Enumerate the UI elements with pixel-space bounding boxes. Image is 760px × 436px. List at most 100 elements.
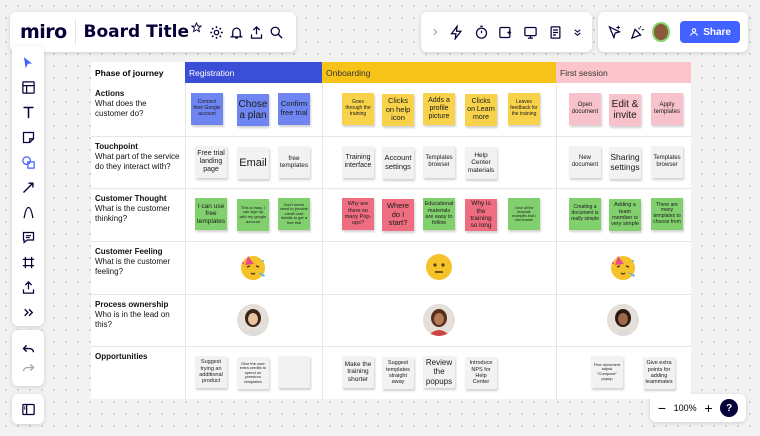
row-label: Actions What does the customer do?	[91, 86, 185, 122]
chevrons-down-icon[interactable]	[572, 27, 583, 38]
sticky-note-opportunities[interactable]: Fine document adjust "Compose" popup	[591, 356, 623, 388]
timer-icon[interactable]	[474, 25, 489, 40]
settings-icon[interactable]	[208, 20, 226, 44]
owner-avatar-1[interactable]	[237, 304, 269, 336]
sticky-note-opportunities[interactable]	[278, 356, 310, 388]
row-title: Actions	[95, 89, 125, 98]
notes-icon[interactable]	[548, 25, 563, 40]
undo-icon[interactable]	[21, 341, 36, 356]
help-button[interactable]: ?	[720, 399, 739, 417]
select-cursor-icon[interactable]	[14, 50, 42, 75]
miro-logo[interactable]: miro	[20, 21, 67, 43]
sticky-note-actions[interactable]: Apply templates	[651, 93, 683, 125]
sticky-note-thought[interactable]: Why are there so many Pop-ups?	[342, 198, 374, 230]
zoom-in-button[interactable]: +	[704, 400, 712, 416]
row-subtitle: What does the customer do?	[95, 99, 147, 118]
sidebar-toggle-icon[interactable]	[12, 394, 44, 424]
sticky-note-touchpoint[interactable]: Account settings	[382, 147, 414, 179]
sticky-note-actions[interactable]: Connect their Google account	[191, 93, 223, 125]
sticky-note-opportunities[interactable]: Review the popups	[423, 356, 455, 388]
cursor-arrow-icon[interactable]	[606, 25, 623, 40]
sticky-note-actions[interactable]: Clicks on Learn more	[465, 94, 497, 126]
sticky-note-thought[interactable]: This is easy, I can sign up with my goog…	[237, 199, 269, 231]
sticky-note-actions[interactable]: Leaves feedback for the training	[508, 93, 540, 125]
sticky-note-opportunities[interactable]: Make the training shorter	[342, 356, 374, 388]
sticky-note-thought[interactable]: I love all the template examples that I …	[508, 198, 540, 230]
sticky-note-actions[interactable]: Edit & invite	[609, 94, 641, 126]
templates-icon[interactable]	[14, 75, 42, 100]
neutral-face-icon[interactable]	[425, 253, 453, 281]
sticky-note-touchpoint[interactable]: free templates	[278, 146, 310, 178]
sticky-note-actions[interactable]: Adds a profile picture	[423, 93, 455, 125]
sticky-note-thought[interactable]: Why is the training so long	[465, 199, 497, 231]
sticky-note-thought[interactable]: Adding a team member is very simple	[609, 199, 641, 231]
star-icon[interactable]	[190, 15, 202, 39]
party-face-icon[interactable]	[609, 253, 637, 281]
owner-avatar-3[interactable]	[607, 304, 639, 336]
sticky-note-thought[interactable]: There are many templates to choose from	[651, 198, 683, 230]
sticky-note-thought[interactable]: I can use free templates	[195, 198, 227, 230]
chevron-right-icon[interactable]	[430, 27, 440, 37]
lightning-icon[interactable]	[449, 24, 464, 40]
row-divider	[91, 294, 691, 295]
comment-board-icon[interactable]	[498, 25, 513, 40]
sticky-note-thought[interactable]: Where do I start?	[382, 199, 414, 231]
history-controls	[12, 330, 44, 386]
sticky-note-touchpoint[interactable]: New document	[569, 146, 601, 178]
sticky-note-opportunities[interactable]: Suggest templates straight away	[382, 357, 414, 389]
row-label: Process ownership Who is in the lead on t…	[91, 297, 185, 333]
sticky-note-opportunities[interactable]: Introduce NPS for Help Center	[465, 357, 497, 389]
sticky-note-touchpoint[interactable]: Templates browser	[423, 146, 455, 178]
sticky-note-opportunities[interactable]: Suggest trying an additional product	[195, 356, 227, 388]
party-face-icon[interactable]	[239, 253, 267, 281]
sticky-note-touchpoint[interactable]: Help Center materials	[465, 147, 497, 179]
connection-line-icon[interactable]	[14, 175, 42, 200]
search-icon[interactable]	[268, 20, 286, 44]
shapes-icon[interactable]	[14, 150, 42, 175]
sticky-note-thought[interactable]: Creating a document is really simple	[569, 198, 601, 230]
phase-onboarding[interactable]: Onboarding	[322, 62, 556, 83]
sticky-note-icon[interactable]	[14, 125, 42, 150]
zoom-level[interactable]: 100%	[674, 403, 697, 413]
upload-file-icon[interactable]	[14, 275, 42, 300]
user-avatar[interactable]	[652, 22, 671, 42]
presentation-icon[interactable]	[523, 25, 538, 40]
celebrate-icon[interactable]	[629, 25, 646, 40]
column-divider	[322, 62, 323, 399]
sticky-note-opportunities[interactable]: Give extra points for adding teammates	[643, 357, 675, 389]
row-title: Customer Thought	[95, 194, 167, 203]
frame-icon[interactable]	[14, 250, 42, 275]
sticky-note-actions[interactable]: Goes through the training	[342, 93, 374, 125]
sticky-note-touchpoint[interactable]: Free trial landing page	[195, 146, 227, 178]
sticky-note-actions[interactable]: Clicks on help icon	[382, 94, 414, 126]
sticky-note-touchpoint[interactable]: Training interface	[342, 146, 374, 178]
bell-icon[interactable]	[228, 20, 246, 44]
sticky-note-actions[interactable]: Open document	[569, 93, 601, 125]
sticky-note-actions[interactable]: Confirm free trial	[278, 93, 310, 125]
sticky-note-opportunities[interactable]: Give the user extra credits to spend on …	[237, 357, 269, 389]
sticky-note-actions[interactable]: Chose a plan	[237, 94, 269, 126]
sticky-note-thought[interactable]: Don't seem need to provide credit card d…	[278, 198, 310, 230]
share-button[interactable]: Share	[680, 21, 740, 43]
phase-first-session[interactable]: First session	[556, 62, 691, 83]
upload-icon[interactable]	[248, 20, 266, 44]
more-tools-icon[interactable]	[14, 300, 42, 325]
phase-registration[interactable]: Registration	[185, 62, 322, 83]
phase-of-journey-header: Phase of journey	[95, 67, 164, 78]
text-icon[interactable]	[14, 100, 42, 125]
column-divider	[556, 62, 557, 399]
board-title[interactable]: Board Title	[83, 22, 189, 42]
zoom-out-button[interactable]: −	[658, 400, 666, 416]
row-label: Opportunities	[91, 349, 185, 365]
pen-icon[interactable]	[14, 200, 42, 225]
sticky-note-touchpoint[interactable]: Email	[237, 147, 269, 179]
journey-map-frame[interactable]: Phase of journey Registration Onboarding…	[91, 62, 691, 399]
row-divider	[91, 136, 691, 137]
sticky-note-thought[interactable]: Educational materials are easy to follow	[423, 198, 455, 230]
board-header: miro Board Title	[10, 12, 296, 52]
sticky-note-touchpoint[interactable]: Sharing settings	[609, 147, 641, 179]
redo-icon[interactable]	[21, 360, 36, 375]
sticky-note-touchpoint[interactable]: Templates browser	[651, 146, 683, 178]
comment-icon[interactable]	[14, 225, 42, 250]
owner-avatar-2[interactable]	[423, 304, 455, 336]
